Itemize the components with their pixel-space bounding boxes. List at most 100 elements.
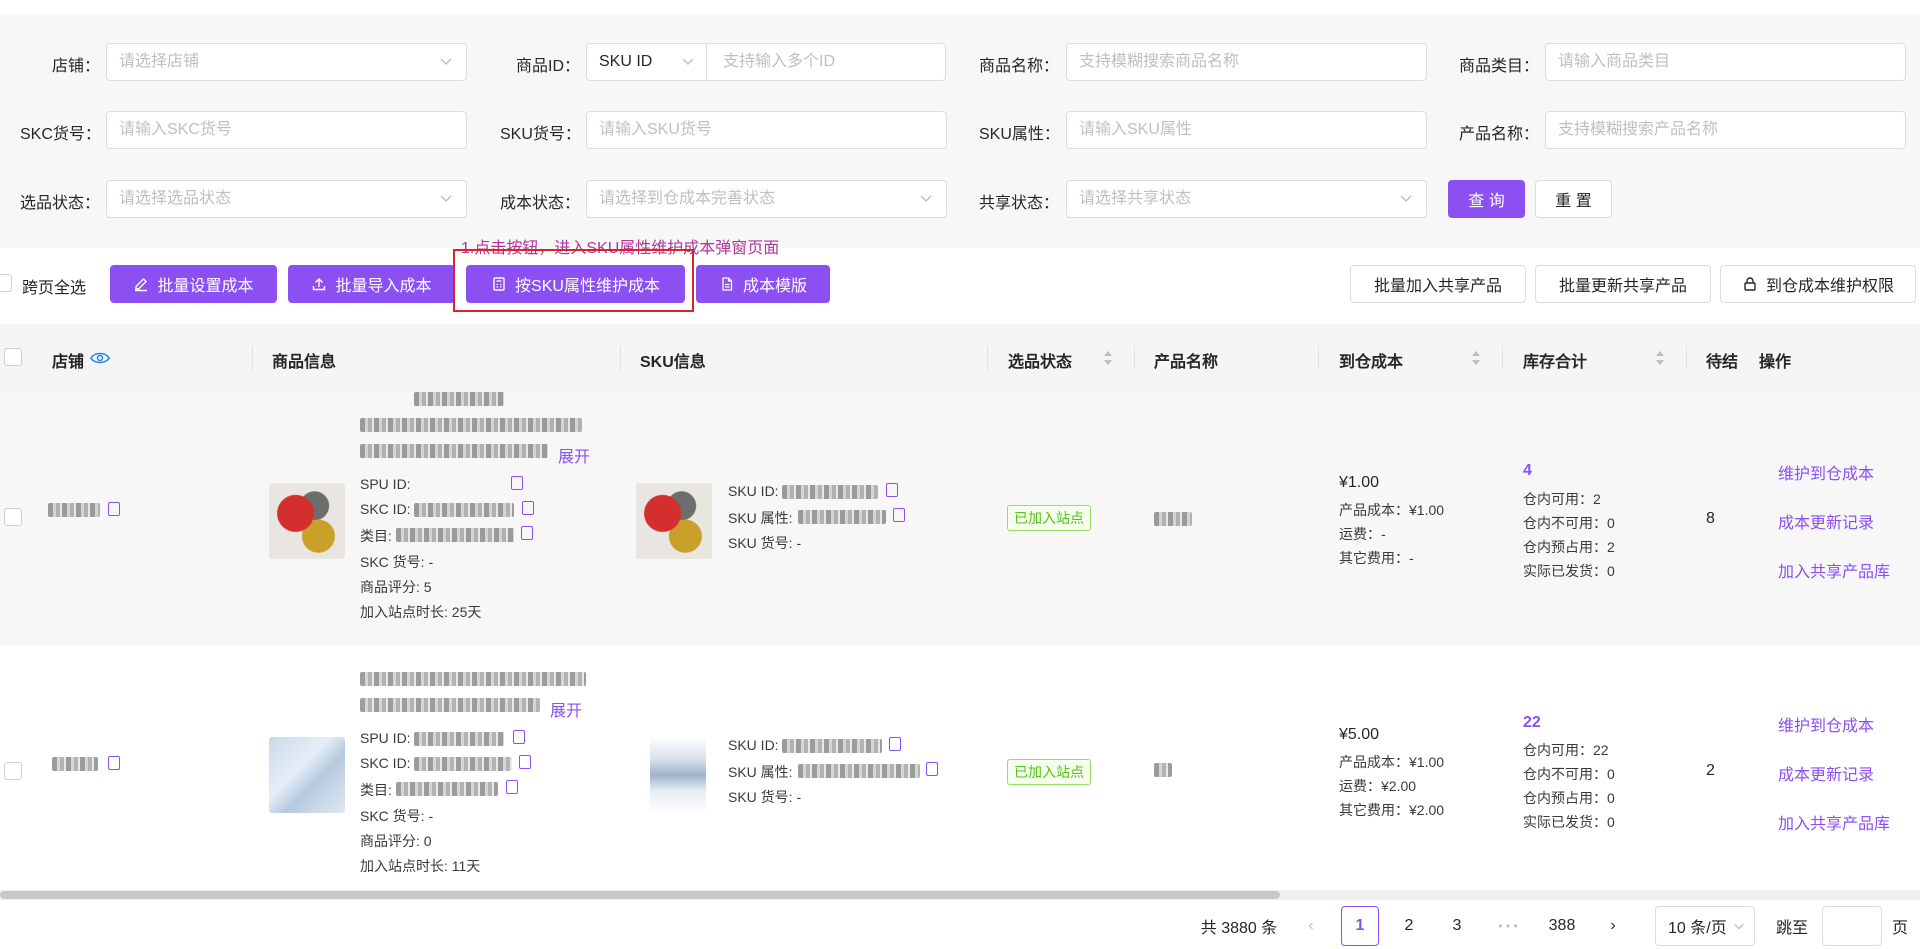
store-select[interactable]: 请选择店铺 (106, 43, 467, 81)
category-input[interactable]: 请输入商品类目 (1545, 43, 1906, 81)
sku-no-input[interactable]: 请输入SKU货号 (586, 111, 947, 149)
maintain-cost-link[interactable]: 维护到仓成本 (1778, 460, 1874, 484)
batch-import-cost-button[interactable]: 批量导入成本 (288, 265, 455, 303)
page-2-button[interactable]: 2 (1390, 906, 1428, 946)
page-3-button[interactable]: 3 (1438, 906, 1476, 946)
copy-icon[interactable] (519, 755, 531, 769)
store-label: 店铺： (52, 58, 101, 75)
cost-template-label: 成本模版 (742, 278, 807, 295)
copy-icon[interactable] (511, 476, 523, 490)
col-actions: 操作 (1759, 354, 1792, 371)
warehouse-cost: ¥1.00 (1339, 474, 1380, 491)
copy-icon[interactable] (108, 502, 120, 516)
sku-id-redacted (782, 485, 878, 499)
freight: 运费：¥2.00 (1339, 778, 1417, 794)
skc-no-input[interactable]: 请输入SKC货号 (106, 111, 467, 149)
category-label: 类目: (360, 528, 392, 544)
col-stock-total: 库存合计 (1523, 354, 1588, 371)
maintain-cost-link[interactable]: 维护到仓成本 (1778, 712, 1874, 736)
query-button[interactable]: 查 询 (1448, 180, 1525, 218)
page-size-select[interactable]: 10 条/页 (1655, 906, 1755, 946)
stock-shipped: 实际已发货：0 (1523, 814, 1615, 830)
copy-icon[interactable] (506, 780, 518, 794)
copy-icon[interactable] (926, 762, 938, 776)
add-shared-link[interactable]: 加入共享产品库 (1778, 558, 1890, 582)
prod-name-input[interactable]: 支持模糊搜索产品名称 (1545, 111, 1906, 149)
copy-icon[interactable] (108, 756, 120, 770)
freight: 运费：- (1339, 526, 1386, 542)
next-page-icon[interactable]: › (1600, 906, 1626, 946)
col-separator (1686, 346, 1687, 370)
sort-icon[interactable] (1103, 349, 1113, 367)
permission-button[interactable]: 到仓成本维护权限 (1720, 265, 1916, 303)
copy-icon[interactable] (522, 501, 534, 515)
sku-thumbnail (650, 737, 706, 813)
cost-history-link[interactable]: 成本更新记录 (1778, 509, 1874, 533)
batch-update-shared-button[interactable]: 批量更新共享产品 (1535, 265, 1711, 303)
stock-total-link[interactable]: 22 (1523, 714, 1541, 732)
col-sku-info: SKU信息 (640, 354, 706, 371)
cost-template-button[interactable]: 成本模版 (696, 265, 830, 303)
sku-attr-redacted (798, 764, 920, 778)
col-separator (1318, 346, 1319, 370)
product-title-redacted (360, 698, 540, 712)
pending-count: 2 (1706, 762, 1715, 779)
id-type-select[interactable]: SKU ID (587, 44, 707, 80)
select-all-label: 跨页全选 (22, 280, 87, 297)
eye-icon[interactable] (90, 350, 110, 366)
page-last-button[interactable]: 388 (1540, 906, 1584, 946)
prev-page-icon[interactable]: ‹ (1298, 906, 1324, 946)
header-checkbox[interactable] (4, 348, 22, 366)
stock-available: 仓内可用：2 (1523, 491, 1601, 507)
sku-attr-label: SKU 属性: (728, 510, 793, 526)
product-name-input[interactable]: 支持模糊搜索商品名称 (1066, 43, 1427, 81)
sku-attr-redacted (798, 510, 886, 524)
col-pending: 待结 (1706, 354, 1739, 371)
batch-set-cost-button[interactable]: 批量设置成本 (110, 265, 277, 303)
stock-total-link[interactable]: 4 (1523, 462, 1532, 480)
sku-attr-label: SKU属性： (979, 126, 1060, 143)
select-all-checkbox[interactable] (0, 274, 12, 292)
chevron-down-icon (440, 195, 452, 203)
days-on-site: 加入站点时长: 11天 (360, 858, 481, 874)
select-status-label: 选品状态： (20, 195, 101, 212)
permission-label: 到仓成本维护权限 (1765, 278, 1894, 295)
sku-attr-placeholder: 请输入SKU属性 (1079, 121, 1192, 138)
cost-status-label: 成本状态： (500, 195, 581, 212)
expand-link[interactable]: 展开 (550, 703, 582, 720)
copy-icon[interactable] (521, 526, 533, 540)
row-checkbox[interactable] (4, 508, 22, 526)
batch-add-shared-button[interactable]: 批量加入共享产品 (1350, 265, 1526, 303)
pagination-ellipsis[interactable]: • • • (1484, 906, 1532, 946)
reset-button[interactable]: 重 置 (1535, 180, 1612, 218)
skc-id-label: SKC ID: (360, 501, 411, 517)
sort-icon[interactable] (1655, 349, 1665, 367)
row-checkbox[interactable] (4, 762, 22, 780)
sort-icon[interactable] (1471, 349, 1481, 367)
copy-icon[interactable] (513, 730, 525, 744)
select-status-select[interactable]: 请选择选品状态 (106, 180, 467, 218)
col-separator (987, 346, 988, 370)
page-1-button[interactable]: 1 (1341, 906, 1379, 946)
copy-icon[interactable] (893, 508, 905, 522)
category-redacted (396, 782, 498, 796)
copy-icon[interactable] (886, 483, 898, 497)
copy-icon[interactable] (889, 737, 901, 751)
sku-attr-label: SKU 属性: (728, 764, 793, 780)
spu-id-label: SPU ID: (360, 476, 411, 492)
expand-link[interactable]: 展开 (558, 449, 590, 466)
status-badge: 已加入站点 (1007, 759, 1091, 785)
stock-reserved: 仓内预占用：2 (1523, 539, 1615, 555)
stock-shipped: 实际已发货：0 (1523, 563, 1615, 579)
cost-history-link[interactable]: 成本更新记录 (1778, 761, 1874, 785)
scrollbar-thumb[interactable] (0, 891, 1280, 899)
cost-status-select[interactable]: 请选择到仓成本完善状态 (586, 180, 947, 218)
sku-attr-input[interactable]: 请输入SKU属性 (1066, 111, 1427, 149)
share-status-select[interactable]: 请选择共享状态 (1066, 180, 1427, 218)
add-shared-link[interactable]: 加入共享产品库 (1778, 810, 1890, 834)
product-id-input[interactable]: SKU ID 支持输入多个ID (586, 43, 946, 81)
file-icon (722, 277, 733, 291)
product-title-redacted (360, 418, 582, 432)
jump-page-input[interactable] (1822, 906, 1882, 946)
table-header: 店铺 商品信息 SKU信息 选品状态 产品名称 到仓成本 库存合计 待结 操作 (0, 324, 1920, 392)
